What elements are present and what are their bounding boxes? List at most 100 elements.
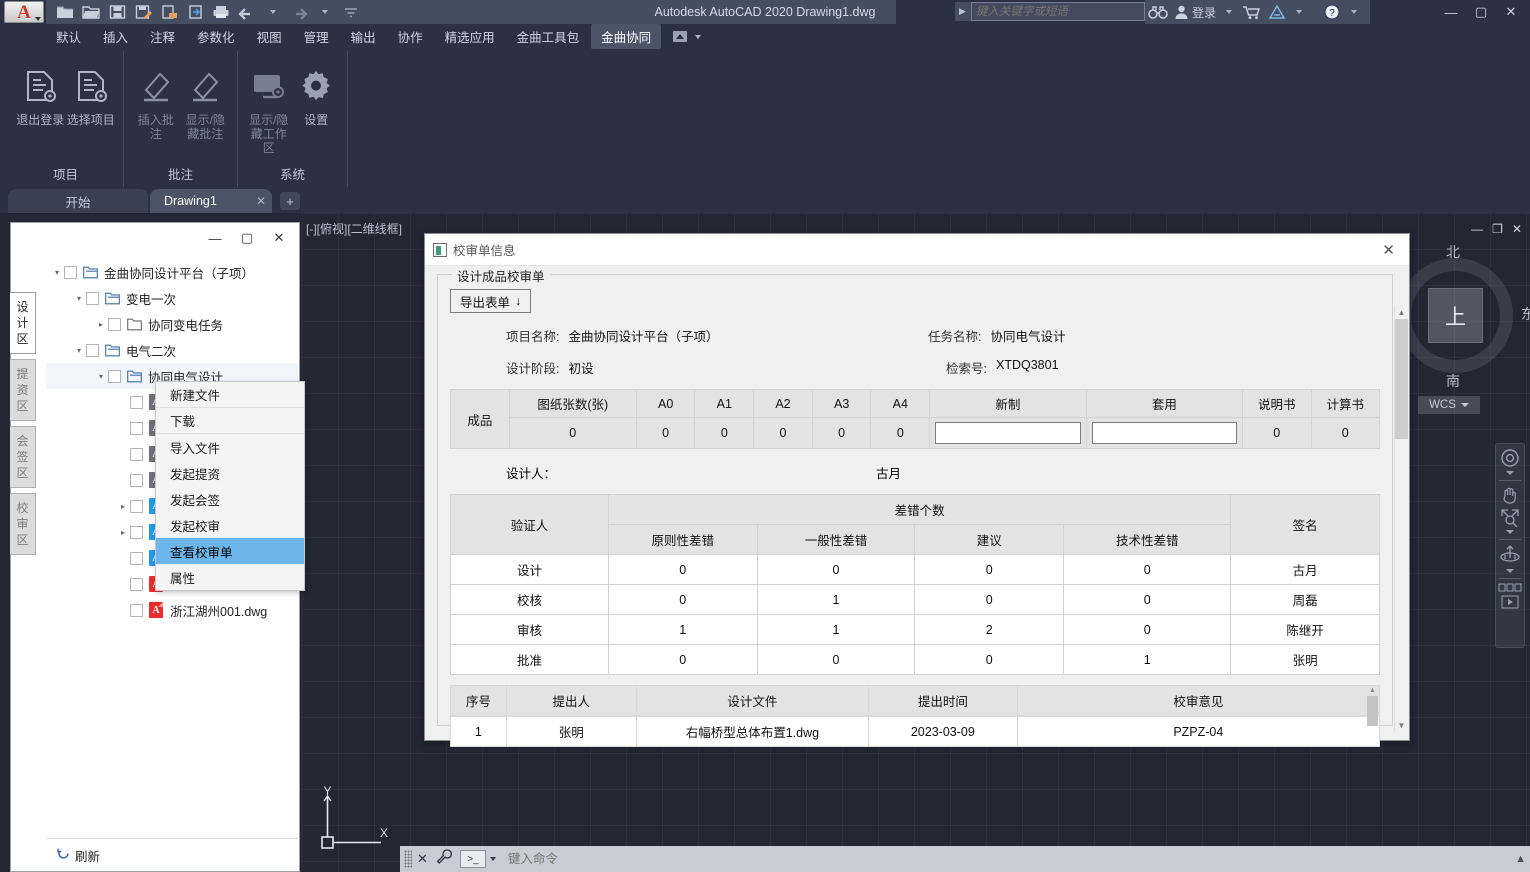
customize-qat-icon[interactable] — [338, 1, 364, 23]
tree-checkbox[interactable] — [108, 370, 121, 383]
ribbon-button-toggle-markup[interactable]: 显示/隐藏批注 — [182, 57, 230, 141]
context-menu-item-6[interactable]: 查看校审单 — [156, 538, 304, 564]
application-menu-button[interactable]: A — [4, 1, 44, 23]
tree-expander-icon[interactable]: ▾ — [50, 268, 64, 277]
open-folder-icon[interactable] — [78, 1, 104, 23]
scroll-up-icon[interactable]: ▲ — [1367, 685, 1378, 696]
tree-checkbox[interactable] — [130, 526, 143, 539]
orbit-icon[interactable] — [1497, 544, 1523, 566]
tree-expander-icon[interactable]: ▸ — [116, 528, 130, 537]
save-as-icon[interactable] — [130, 1, 156, 23]
wcs-selector[interactable]: WCS — [1418, 396, 1480, 414]
ribbon-overflow-button[interactable] — [663, 28, 715, 45]
ribbon-button-insert-markup[interactable]: 插入批注 — [132, 57, 180, 141]
tree-expander-icon[interactable]: ▾ — [94, 372, 108, 381]
signin-button[interactable]: 登录 — [1171, 0, 1219, 24]
palette-maximize-button[interactable]: ▢ — [231, 225, 263, 251]
product-input-6[interactable] — [935, 422, 1080, 444]
ribbon-tab-10[interactable]: 金曲协同 — [591, 24, 661, 49]
tree-checkbox[interactable] — [130, 474, 143, 487]
close-window-button[interactable]: ✕ — [1496, 0, 1526, 24]
search-expand-icon[interactable]: ▶ — [959, 6, 966, 17]
undo-icon[interactable] — [234, 1, 260, 23]
tree-checkbox[interactable] — [130, 604, 143, 617]
ribbon-tab-4[interactable]: 视图 — [247, 24, 292, 49]
print-icon[interactable] — [208, 1, 234, 23]
context-menu-item-5[interactable]: 发起校审 — [156, 512, 304, 538]
search-binoculars-icon[interactable] — [1145, 0, 1171, 24]
opinion-scrollbar[interactable]: ▲ — [1367, 685, 1378, 739]
tree-item[interactable]: ▾变电一次 — [46, 285, 298, 311]
chevron-down-icon[interactable] — [490, 857, 496, 861]
viewport-label[interactable]: [-][俯视][二维线框] — [306, 220, 402, 237]
tree-checkbox[interactable] — [130, 552, 143, 565]
tree-checkbox[interactable] — [130, 578, 143, 591]
view-cube-top-face[interactable]: 上 — [1428, 288, 1483, 343]
ribbon-tab-2[interactable]: 注释 — [140, 24, 185, 49]
palette-minimize-button[interactable]: — — [199, 225, 231, 251]
cart-icon[interactable] — [1239, 0, 1265, 24]
palette-side-tab-0[interactable]: 设计区 — [10, 292, 36, 354]
command-prompt-icon[interactable]: >_ — [460, 850, 486, 868]
new-file-icon[interactable] — [52, 1, 78, 23]
signin-dropdown-icon[interactable] — [1219, 0, 1239, 24]
showmotion-play-icon[interactable] — [1497, 595, 1523, 609]
ribbon-tab-8[interactable]: 精选应用 — [435, 24, 505, 49]
chevron-down-icon[interactable] — [1506, 569, 1514, 573]
dialog-close-button[interactable]: ✕ — [1376, 241, 1401, 259]
wrench-icon[interactable] — [436, 849, 452, 870]
ribbon-button-toggle-workspace[interactable]: 显示/隐藏工作区 — [246, 57, 292, 155]
context-menu-item-3[interactable]: 发起提资 — [156, 460, 304, 486]
help-icon[interactable]: ? — [1320, 0, 1344, 24]
tree-checkbox[interactable] — [108, 318, 121, 331]
tree-checkbox[interactable] — [130, 448, 143, 461]
file-tab-start[interactable]: 开始 — [8, 189, 148, 213]
ribbon-tab-9[interactable]: 金曲工具包 — [507, 24, 590, 49]
ribbon-tab-0[interactable]: 默认 — [46, 24, 91, 49]
tree-checkbox[interactable] — [130, 500, 143, 513]
tree-item[interactable]: ▾电气二次 — [46, 337, 298, 363]
tree-expander-icon[interactable]: ▾ — [72, 346, 86, 355]
steering-wheel-icon[interactable] — [1497, 448, 1523, 468]
ribbon-tab-7[interactable]: 协作 — [388, 24, 433, 49]
dialog-scrollbar[interactable]: ▲ ▼ — [1394, 306, 1407, 732]
opinion-row[interactable]: 1张明右幅桥型总体布置1.dwg2023-03-09PZPZ-04 — [451, 717, 1380, 747]
new-tab-button[interactable]: + — [280, 192, 300, 210]
palette-side-tab-2[interactable]: 会签区 — [10, 426, 36, 488]
autodesk-apps-icon[interactable] — [1265, 0, 1289, 24]
context-menu-item-4[interactable]: 发起会签 — [156, 486, 304, 512]
view-cube[interactable]: 上 北 南 东 — [1398, 258, 1513, 373]
palette-close-button[interactable]: ✕ — [263, 225, 295, 251]
close-icon[interactable]: ✕ — [256, 194, 266, 208]
context-menu-item-7[interactable]: 属性 — [156, 564, 304, 590]
save-icon[interactable] — [104, 1, 130, 23]
chevron-down-icon[interactable] — [1506, 530, 1514, 534]
plot-preview-icon[interactable] — [156, 1, 182, 23]
redo-icon[interactable] — [286, 1, 312, 23]
viewport-restore-button[interactable]: ❐ — [1492, 222, 1503, 236]
help-dropdown-icon[interactable] — [1344, 0, 1364, 24]
ribbon-tab-5[interactable]: 管理 — [294, 24, 339, 49]
ribbon-tab-6[interactable]: 输出 — [341, 24, 386, 49]
view-cube-north-label[interactable]: 北 — [1446, 242, 1460, 262]
command-scroll-icon[interactable]: ▲ — [1515, 853, 1526, 865]
view-cube-south-label[interactable]: 南 — [1446, 371, 1460, 391]
redo-dropdown-icon[interactable] — [312, 1, 338, 23]
close-icon[interactable]: ✕ — [417, 851, 428, 867]
cloud-save-icon[interactable] — [182, 1, 208, 23]
tree-expander-icon[interactable]: ▾ — [72, 294, 86, 303]
scroll-down-icon[interactable]: ▼ — [1395, 719, 1408, 732]
tree-item[interactable]: A浙江湖州001.dwg — [46, 597, 298, 623]
tree-expander-icon[interactable]: ▸ — [116, 502, 130, 511]
context-menu-item-2[interactable]: 导入文件 — [156, 434, 304, 460]
scroll-up-icon[interactable]: ▲ — [1395, 306, 1408, 319]
context-menu-item-0[interactable]: 新建文件 — [156, 382, 304, 408]
tree-checkbox[interactable] — [64, 266, 77, 279]
product-cell[interactable] — [930, 418, 1086, 449]
tree-item[interactable]: ▾金曲协同设计平台（子项） — [46, 259, 298, 285]
viewport-close-button[interactable]: ✕ — [1512, 222, 1522, 236]
opinion-table-scroll[interactable]: 1张明右幅桥型总体布置1.dwg2023-03-09PZPZ-04 — [450, 716, 1380, 770]
tree-expander-icon[interactable]: ▸ — [94, 320, 108, 329]
ribbon-button-settings[interactable]: 设置 — [294, 57, 340, 127]
view-cube-east-label[interactable]: 东 — [1521, 304, 1530, 324]
